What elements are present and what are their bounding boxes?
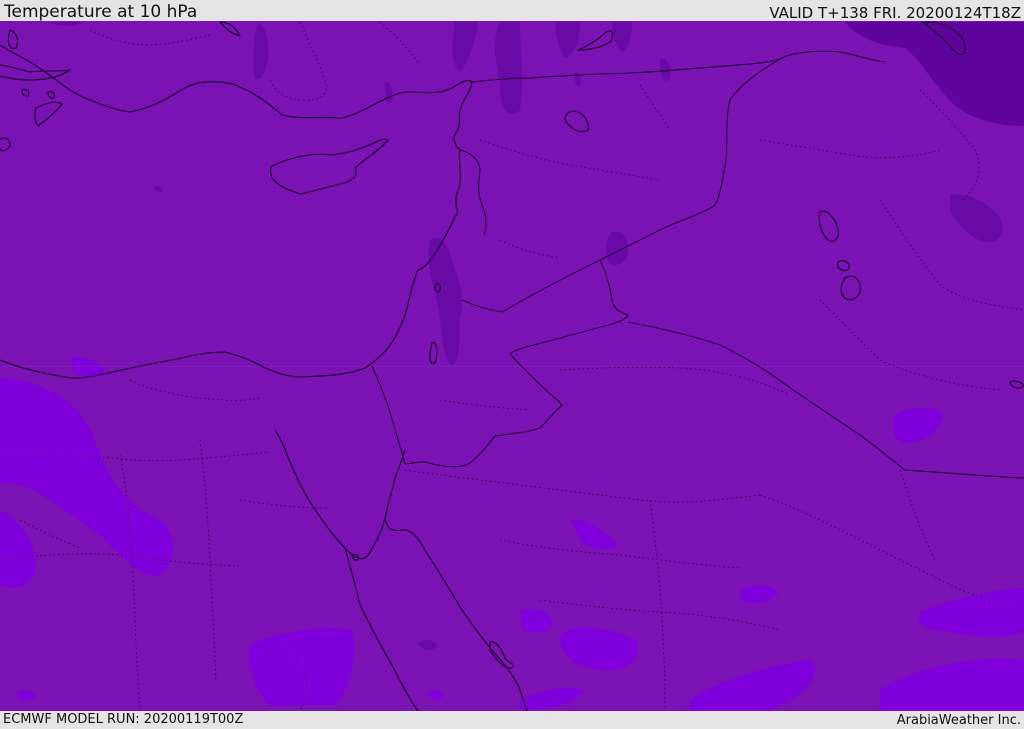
temperature-field-base [0,21,1024,711]
map-title: Temperature at 10 hPa [4,2,198,22]
header-bar: Temperature at 10 hPa VALID T+138 FRI. 2… [0,0,1024,21]
footer-bar: ECMWF MODEL RUN: 20200119T00Z ArabiaWeat… [0,711,1024,729]
credit-label: ArabiaWeather Inc. [896,713,1021,728]
model-run-label: ECMWF MODEL RUN: 20200119T00Z [3,712,244,727]
map-canvas [0,21,1024,711]
temperature-map[interactable] [0,21,1024,711]
valid-time: VALID T+138 FRI. 20200124T18Z [769,4,1021,22]
